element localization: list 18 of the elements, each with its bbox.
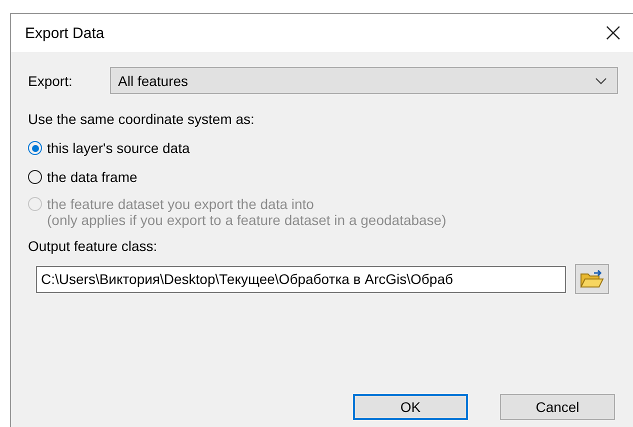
ok-button[interactable]: OK bbox=[353, 394, 468, 420]
option-note: (only applies if you export to a feature dataset in a geodatabase) bbox=[47, 212, 446, 228]
close-button[interactable]: × bbox=[584, 18, 633, 48]
radio-button[interactable] bbox=[28, 141, 42, 155]
option-label: this layer's source data bbox=[47, 140, 190, 156]
option-label: the data frame bbox=[47, 169, 138, 185]
export-dropdown[interactable]: All features bbox=[110, 67, 618, 94]
radio-button[interactable] bbox=[28, 170, 42, 184]
folder-icon bbox=[580, 269, 604, 289]
cancel-button[interactable]: Cancel bbox=[500, 394, 615, 420]
coordinate-prompt: Use the same coordinate system as: bbox=[28, 111, 256, 127]
option-label: the feature dataset you export the data into bbox=[47, 196, 315, 212]
export-label: Export: bbox=[28, 72, 74, 88]
chevron-down-icon bbox=[595, 76, 607, 84]
window-title: Export Data bbox=[25, 24, 104, 42]
output-path-field[interactable]: C:\Users\Виктория\Desktop\Текущее\Обработка в ArcGis\Обраб bbox=[36, 266, 566, 292]
browse-button[interactable] bbox=[575, 264, 609, 294]
output-label: Output feature class: bbox=[28, 238, 158, 254]
